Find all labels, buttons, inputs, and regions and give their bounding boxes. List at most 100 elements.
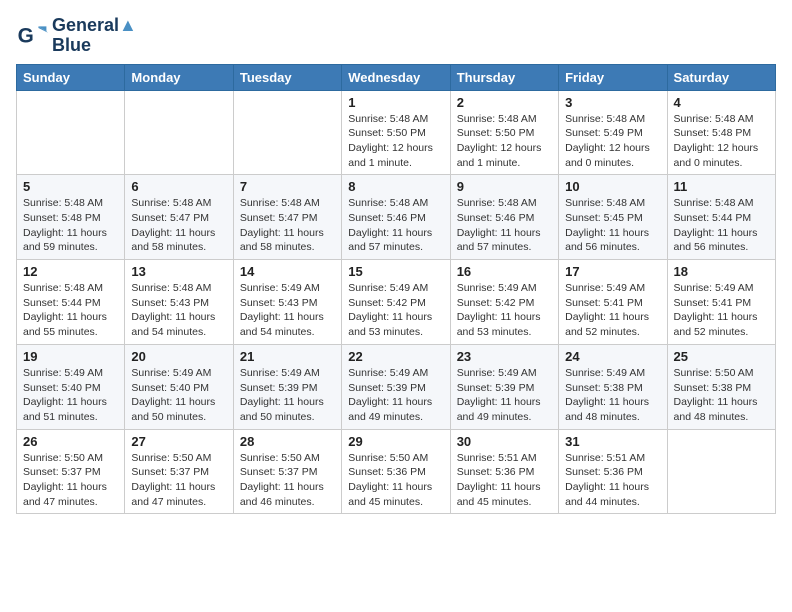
weekday-header: Wednesday [342,64,450,90]
day-info-line: Daylight: 11 hours [457,310,552,325]
calendar-cell: 21Sunrise: 5:49 AMSunset: 5:39 PMDayligh… [233,344,341,429]
day-number: 7 [240,179,335,194]
day-number: 1 [348,95,443,110]
day-info-line: Daylight: 11 hours [457,226,552,241]
day-info-line: Sunset: 5:40 PM [131,381,226,396]
weekday-header: Tuesday [233,64,341,90]
day-number: 29 [348,434,443,449]
day-info-line: Sunrise: 5:49 AM [240,366,335,381]
day-info-line: Sunset: 5:42 PM [457,296,552,311]
calendar-cell: 25Sunrise: 5:50 AMSunset: 5:38 PMDayligh… [667,344,775,429]
day-info-line: Sunrise: 5:48 AM [348,196,443,211]
day-info-line: Daylight: 11 hours [348,395,443,410]
day-info-line: Sunset: 5:50 PM [348,126,443,141]
day-number: 20 [131,349,226,364]
day-info-line: Sunrise: 5:49 AM [674,281,769,296]
day-info-line: Sunset: 5:44 PM [23,296,118,311]
day-number: 23 [457,349,552,364]
day-number: 21 [240,349,335,364]
day-info-line: Daylight: 11 hours [23,395,118,410]
calendar: SundayMondayTuesdayWednesdayThursdayFrid… [16,64,776,515]
day-info-line: and 50 minutes. [240,410,335,425]
day-info-line: Sunset: 5:37 PM [23,465,118,480]
day-info-line: Sunset: 5:47 PM [131,211,226,226]
calendar-cell: 3Sunrise: 5:48 AMSunset: 5:49 PMDaylight… [559,90,667,175]
day-info-line: Sunrise: 5:48 AM [131,196,226,211]
calendar-body: 1Sunrise: 5:48 AMSunset: 5:50 PMDaylight… [17,90,776,514]
day-info-line: Daylight: 12 hours [674,141,769,156]
calendar-cell: 14Sunrise: 5:49 AMSunset: 5:43 PMDayligh… [233,260,341,345]
day-info-line: Sunrise: 5:49 AM [348,281,443,296]
day-info-line: Daylight: 11 hours [565,226,660,241]
weekday-header: Saturday [667,64,775,90]
day-info-line: Daylight: 11 hours [674,226,769,241]
calendar-week-row: 5Sunrise: 5:48 AMSunset: 5:48 PMDaylight… [17,175,776,260]
calendar-week-row: 12Sunrise: 5:48 AMSunset: 5:44 PMDayligh… [17,260,776,345]
day-info-line: Daylight: 11 hours [565,395,660,410]
day-info-line: Sunset: 5:41 PM [674,296,769,311]
day-info-line: Sunrise: 5:49 AM [131,366,226,381]
day-number: 15 [348,264,443,279]
day-info-line: Sunrise: 5:49 AM [565,281,660,296]
day-info-line: Daylight: 11 hours [457,480,552,495]
calendar-cell: 5Sunrise: 5:48 AMSunset: 5:48 PMDaylight… [17,175,125,260]
calendar-cell: 6Sunrise: 5:48 AMSunset: 5:47 PMDaylight… [125,175,233,260]
calendar-cell: 26Sunrise: 5:50 AMSunset: 5:37 PMDayligh… [17,429,125,514]
day-number: 8 [348,179,443,194]
day-info-line: Sunset: 5:45 PM [565,211,660,226]
day-info-line: Sunrise: 5:48 AM [23,281,118,296]
day-info-line: Daylight: 11 hours [565,480,660,495]
day-info-line: and 45 minutes. [348,495,443,510]
calendar-cell: 30Sunrise: 5:51 AMSunset: 5:36 PMDayligh… [450,429,558,514]
day-info-line: Sunrise: 5:48 AM [131,281,226,296]
weekday-header: Friday [559,64,667,90]
logo-icon: G [16,20,48,52]
day-info-line: Sunset: 5:36 PM [457,465,552,480]
calendar-cell: 15 Sunrise: 5:49 AMSunset: 5:42 PMDayligh… [342,260,450,345]
day-info-line: and 54 minutes. [131,325,226,340]
day-info-line: and 57 minutes. [457,240,552,255]
header: G General▲ Blue [16,16,776,56]
day-info-line: Sunrise: 5:50 AM [240,451,335,466]
calendar-cell: 29Sunrise: 5:50 AMSunset: 5:36 PMDayligh… [342,429,450,514]
day-info-line: Sunrise: 5:49 AM [348,366,443,381]
calendar-cell: 8Sunrise: 5:48 AMSunset: 5:46 PMDaylight… [342,175,450,260]
day-info-line: Sunrise: 5:48 AM [23,196,118,211]
day-number: 9 [457,179,552,194]
day-info-line: Sunset: 5:50 PM [457,126,552,141]
calendar-cell: 4Sunrise: 5:48 AMSunset: 5:48 PMDaylight… [667,90,775,175]
day-info-line: Sunset: 5:40 PM [23,381,118,396]
day-info-line: Sunset: 5:38 PM [674,381,769,396]
calendar-cell: 11Sunrise: 5:48 AMSunset: 5:44 PMDayligh… [667,175,775,260]
calendar-cell [667,429,775,514]
calendar-cell: 23Sunrise: 5:49 AMSunset: 5:39 PMDayligh… [450,344,558,429]
calendar-cell: 31Sunrise: 5:51 AMSunset: 5:36 PMDayligh… [559,429,667,514]
day-info-line: and 48 minutes. [674,410,769,425]
day-info-line: Sunset: 5:42 PM [348,296,443,311]
calendar-cell: 7Sunrise: 5:48 AMSunset: 5:47 PMDaylight… [233,175,341,260]
day-info-line: Daylight: 11 hours [131,395,226,410]
day-info-line: and 0 minutes. [674,156,769,171]
day-info-line: and 52 minutes. [674,325,769,340]
day-info-line: Daylight: 11 hours [348,226,443,241]
day-info-line: and 56 minutes. [674,240,769,255]
calendar-cell [125,90,233,175]
day-info-line: and 49 minutes. [457,410,552,425]
logo-text: General▲ Blue [52,16,137,56]
day-info-line: and 59 minutes. [23,240,118,255]
day-info-line: and 53 minutes. [457,325,552,340]
day-number: 30 [457,434,552,449]
day-info-line: Daylight: 11 hours [348,310,443,325]
day-info-line: Daylight: 11 hours [131,480,226,495]
calendar-week-row: 26Sunrise: 5:50 AMSunset: 5:37 PMDayligh… [17,429,776,514]
day-number: 12 [23,264,118,279]
day-number: 10 [565,179,660,194]
day-info-line: Daylight: 12 hours [457,141,552,156]
day-number: 3 [565,95,660,110]
calendar-cell [17,90,125,175]
day-info-line: and 58 minutes. [131,240,226,255]
day-info-line: Daylight: 11 hours [23,480,118,495]
svg-text:G: G [18,24,34,47]
day-info-line: Sunset: 5:43 PM [131,296,226,311]
day-info-line: Sunrise: 5:49 AM [240,281,335,296]
